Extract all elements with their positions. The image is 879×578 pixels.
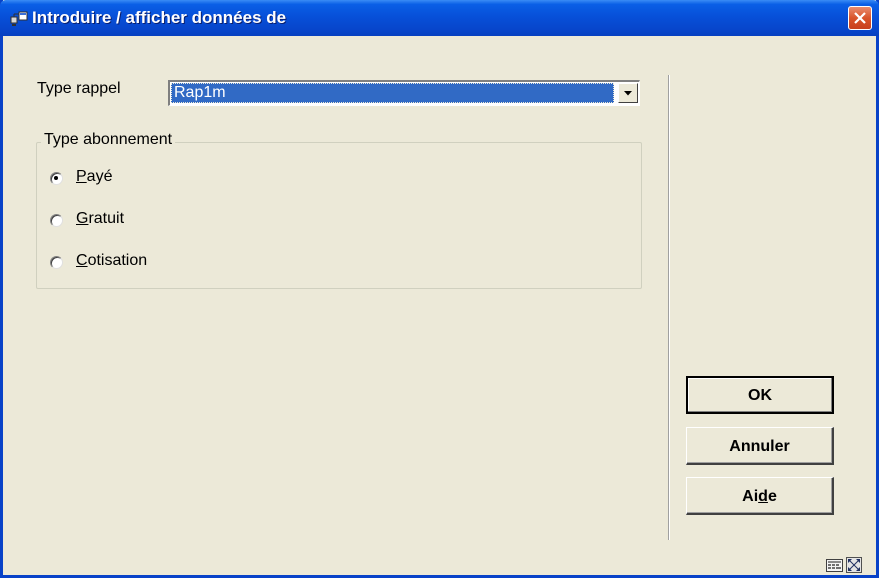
aide-button[interactable]: Aide	[686, 477, 834, 515]
type-rappel-label: Type rappel	[37, 80, 121, 97]
dialog-window: Introduire / afficher données de Type ra…	[0, 0, 879, 578]
close-icon	[854, 12, 866, 24]
radio-button[interactable]	[50, 172, 63, 185]
app-icon	[10, 9, 28, 27]
radio-label: Payé	[76, 168, 113, 185]
type-rappel-value: Rap1m	[171, 83, 614, 103]
dropdown-arrow-icon	[624, 91, 632, 96]
radio-dot	[54, 176, 58, 180]
keyboard-icon[interactable]	[826, 559, 844, 573]
radio-label: Cotisation	[76, 252, 148, 269]
type-abonnement-label: Type abonnement	[41, 131, 176, 149]
title-bar[interactable]: Introduire / afficher données de	[0, 0, 879, 36]
ok-button[interactable]: OK	[686, 376, 834, 414]
radio-label: Gratuit	[76, 210, 125, 227]
radio-button[interactable]	[50, 214, 63, 227]
dropdown-button[interactable]	[618, 83, 638, 103]
vertical-separator	[668, 75, 670, 540]
radio-button[interactable]	[50, 256, 63, 269]
type-rappel-select[interactable]: Rap1m	[168, 80, 640, 106]
status-icons	[826, 557, 876, 575]
close-button[interactable]	[848, 6, 872, 30]
resize-icon[interactable]	[846, 557, 862, 573]
window-title: Introduire / afficher données de	[32, 8, 287, 27]
annuler-button[interactable]: Annuler	[686, 427, 834, 465]
